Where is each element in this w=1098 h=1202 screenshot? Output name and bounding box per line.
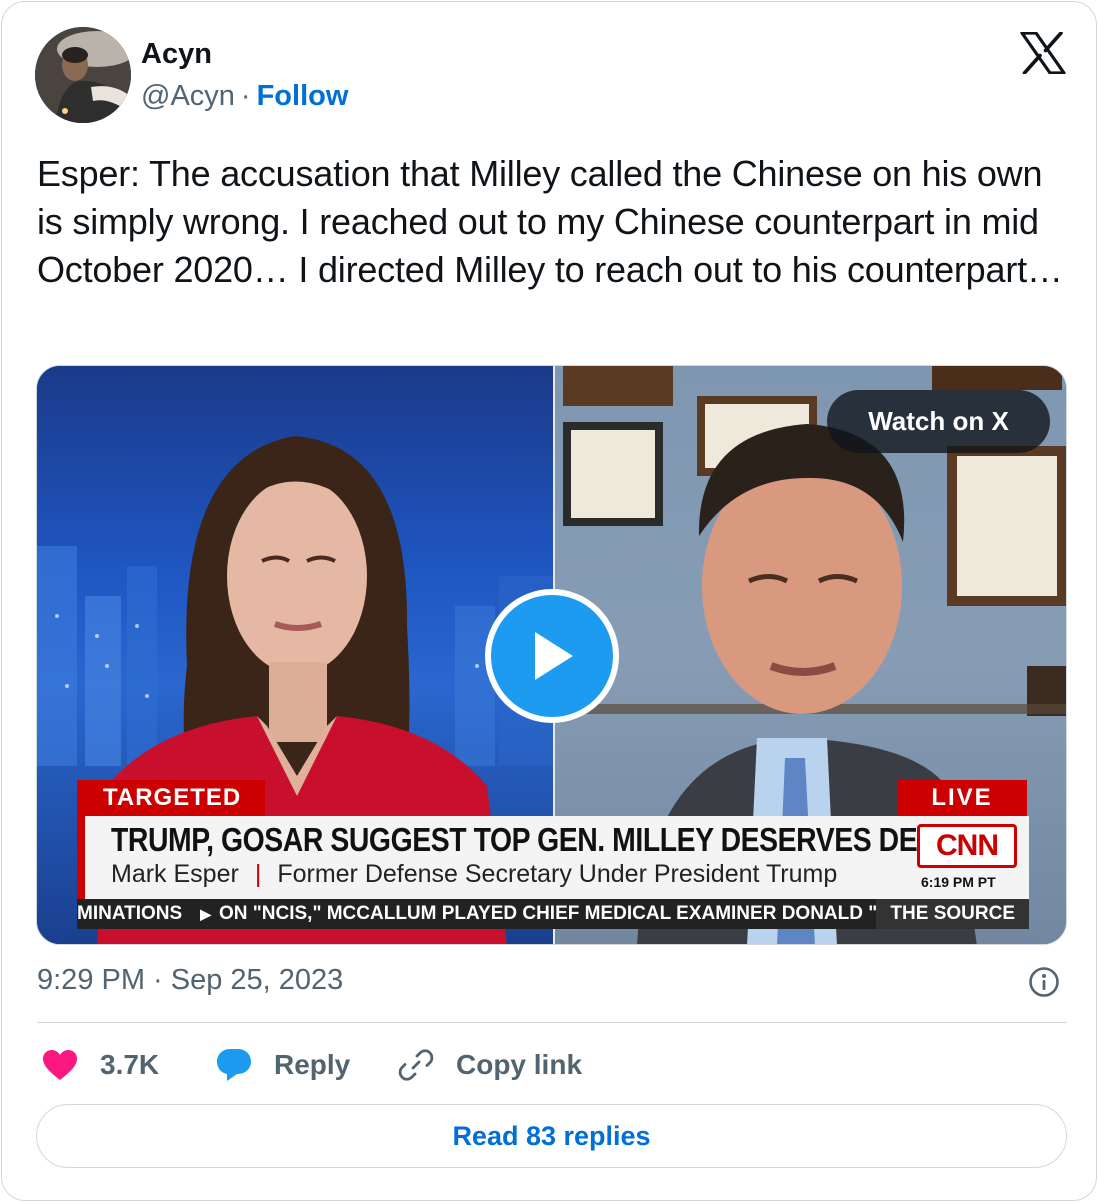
x-logo-icon[interactable] [1020, 31, 1066, 75]
chyron-headline: TRUMP, GOSAR SUGGEST TOP GEN. MILLEY DES… [111, 821, 973, 858]
watch-on-x-button[interactable]: Watch on X [827, 390, 1050, 453]
link-icon [398, 1049, 434, 1081]
video-player[interactable]: Watch on X TARGETED LIVE TRUMP, GOSAR SU… [36, 365, 1067, 945]
like-button[interactable]: 3.7K [42, 1045, 159, 1085]
play-icon [535, 632, 573, 680]
tweet-text: Esper: The accusation that Milley called… [37, 153, 1063, 290]
broadcast-time: 6:19 PM PT [921, 874, 996, 890]
author-name[interactable]: Acyn [141, 38, 212, 71]
reply-button[interactable]: Reply [216, 1045, 350, 1085]
author-avatar[interactable] [35, 27, 131, 123]
author-handle[interactable]: @Acyn [141, 80, 235, 112]
author-meta: @Acyn · Follow [141, 80, 348, 113]
ticker-source: THE SOURCE [876, 899, 1029, 929]
reply-label: Reply [274, 1049, 351, 1080]
chyron-box: TRUMP, GOSAR SUGGEST TOP GEN. MILLEY DES… [77, 816, 1029, 899]
meta-separator: · [240, 80, 251, 112]
play-button[interactable] [485, 589, 619, 723]
chyron-live-badge: LIVE [897, 780, 1027, 816]
reply-bubble-icon [217, 1049, 251, 1081]
tweet-card: Acyn @Acyn · Follow Esper: The accusation … [1, 1, 1097, 1201]
copy-link-button[interactable]: Copy link [398, 1045, 582, 1085]
news-ticker: MINATIONS ▶ ON "NCIS," MCCALLUM PLAYED CHI… [77, 899, 1029, 929]
chyron-person-title: Former Defense Secretary Under President… [277, 860, 838, 888]
heart-icon [43, 1050, 77, 1080]
follow-button[interactable]: Follow [257, 80, 349, 112]
ticker-main: ON "NCIS," MCCALLUM PLAYED CHIEF MEDICAL… [218, 903, 919, 924]
chyron-person-name: Mark Esper [111, 860, 239, 888]
ticker-arrow-icon: ▶ [200, 906, 211, 922]
chyron-separator: | [254, 860, 262, 888]
cnn-logo: CNN [917, 824, 1017, 868]
read-replies-button[interactable]: Read 83 replies [36, 1104, 1067, 1168]
tweet-timestamp[interactable]: 9:29 PM · Sep 25, 2023 [37, 964, 343, 997]
info-icon[interactable] [1028, 966, 1060, 998]
chyron-subline: Mark Esper | Former Defense Secretary Unde… [111, 860, 837, 889]
chyron-tag: TARGETED [77, 780, 265, 816]
copy-link-label: Copy link [456, 1049, 583, 1080]
footer-divider [37, 1022, 1067, 1023]
ticker-left: MINATIONS [77, 903, 183, 924]
like-count: 3.7K [100, 1049, 160, 1080]
